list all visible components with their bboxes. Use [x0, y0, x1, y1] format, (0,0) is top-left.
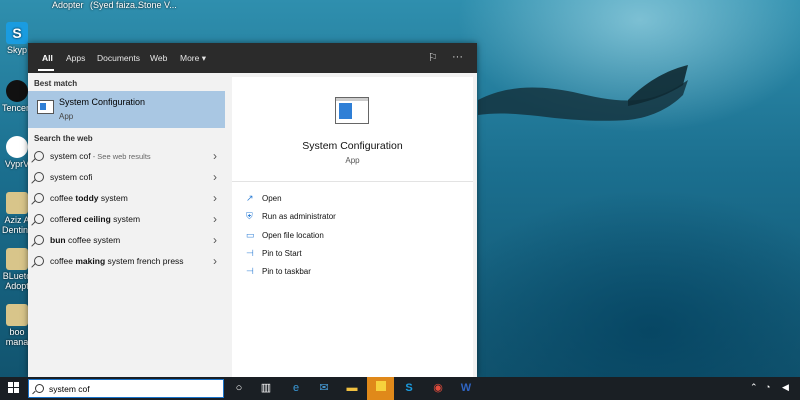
search-icon: [34, 256, 44, 266]
detail-pane: System Configuration App ↗ Open ⛨ Run as a…: [232, 77, 473, 377]
tab-web[interactable]: Web: [150, 53, 167, 63]
web-result-item[interactable]: coffee making system french press ›: [28, 252, 225, 272]
section-best-match: Best match: [34, 79, 78, 88]
vyprvpn-icon: [6, 136, 28, 158]
detail-title: System Configuration: [302, 140, 403, 152]
search-icon: [34, 172, 44, 182]
best-match-subtitle: App: [59, 112, 74, 121]
results-pane: Best match System Configuration App Sear…: [28, 73, 228, 377]
skype-icon[interactable]: S: [401, 380, 417, 396]
shield-icon: ⛨: [246, 211, 253, 221]
search-input[interactable]: [49, 382, 219, 395]
web-result-item[interactable]: system cofi ›: [28, 168, 225, 188]
task-view-icon[interactable]: ▥: [258, 380, 274, 396]
search-icon: [34, 235, 44, 245]
section-search-web: Search the web: [34, 134, 93, 143]
chevron-right-icon[interactable]: ›: [213, 254, 217, 268]
taskbar: ○ ▥ e ✉ ▬ S ◉ W ⌃ ◔ ◀: [0, 377, 800, 400]
tab-all[interactable]: All: [42, 53, 53, 63]
chevron-right-icon[interactable]: ›: [213, 170, 217, 184]
system-configuration-icon: [335, 97, 369, 124]
web-result-item[interactable]: coffee toddy system ›: [28, 189, 225, 209]
word-icon[interactable]: W: [458, 380, 474, 396]
tab-apps[interactable]: Apps: [66, 53, 85, 63]
web-result-text: coffered ceiling system: [50, 214, 141, 224]
best-match-item[interactable]: System Configuration App: [28, 91, 225, 128]
skype-icon: S: [6, 22, 28, 44]
taskbar-search-box[interactable]: [28, 379, 224, 398]
chevron-up-icon[interactable]: ⌃: [750, 382, 758, 393]
divider: [232, 181, 473, 182]
web-result-item[interactable]: coffered ceiling system ›: [28, 210, 225, 230]
pin-icon: ⊣: [246, 248, 254, 258]
tab-more-label: More: [180, 53, 200, 63]
search-filter-bar: All Apps Documents Web More ▾ ⚐ ···: [28, 43, 477, 73]
action-open[interactable]: ↗ Open: [246, 193, 282, 204]
sticky-notes-icon[interactable]: [367, 377, 394, 400]
more-options-icon[interactable]: ···: [452, 51, 463, 63]
search-icon: [34, 193, 44, 203]
active-tab-indicator: [38, 69, 54, 71]
desktop-label[interactable]: (Syed faiza...: [90, 0, 143, 10]
system-configuration-icon: [37, 100, 54, 114]
pin-icon: ⊣: [246, 266, 254, 276]
chevron-right-icon[interactable]: ›: [213, 149, 217, 163]
desktop-icon-label: VyprV: [4, 159, 30, 169]
search-icon: [34, 214, 44, 224]
desktop-label[interactable]: Stone V...: [138, 0, 177, 10]
search-icon: [35, 384, 44, 393]
windows-start-button[interactable]: [8, 382, 20, 394]
file-explorer-icon[interactable]: ▬: [344, 380, 360, 396]
chevron-right-icon[interactable]: ›: [213, 233, 217, 247]
search-icon: [34, 151, 44, 161]
desktop-label[interactable]: Adopter: [52, 0, 84, 10]
action-run-as-admin[interactable]: ⛨ Run as administrator: [246, 211, 336, 222]
tencent-icon: [6, 80, 28, 102]
edge-icon[interactable]: e: [288, 380, 304, 396]
action-pin-to-taskbar[interactable]: ⊣ Pin to taskbar: [246, 266, 311, 277]
open-icon: ↗: [246, 193, 254, 203]
chevron-down-icon: ▾: [201, 53, 207, 63]
web-result-text: coffee making system french press: [50, 256, 184, 266]
feedback-icon[interactable]: ⚐: [428, 51, 438, 64]
mail-icon[interactable]: ✉: [316, 380, 332, 396]
desktop-icon-label: Skyp: [6, 45, 27, 55]
detail-subtitle: App: [345, 156, 360, 165]
folder-icon: ▭: [246, 230, 255, 240]
action-pin-to-start[interactable]: ⊣ Pin to Start: [246, 248, 302, 259]
web-result-text: coffee toddy system: [50, 193, 128, 203]
web-result-text: bun coffee system: [50, 235, 121, 245]
tab-more[interactable]: More ▾: [180, 53, 206, 64]
action-open-file-location[interactable]: ▭ Open file location: [246, 230, 324, 241]
network-icon[interactable]: ◔: [765, 382, 770, 392]
chevron-right-icon[interactable]: ›: [213, 191, 217, 205]
best-match-title: System Configuration: [59, 97, 146, 107]
document-icon: [6, 192, 28, 214]
document-icon: [6, 248, 28, 270]
web-result-text: system cofi: [50, 172, 93, 182]
desktop-icon-label: boo mana: [5, 327, 29, 347]
web-result-item[interactable]: system cof - See web results ›: [28, 147, 225, 167]
web-result-item[interactable]: bun coffee system ›: [28, 231, 225, 251]
web-result-text: system cof - See web results: [50, 151, 151, 161]
volume-icon[interactable]: ◀: [782, 382, 789, 393]
desktop-icon-label: BLueto Adopt: [2, 271, 32, 291]
chrome-icon[interactable]: ◉: [430, 380, 446, 396]
tab-documents[interactable]: Documents: [97, 53, 140, 63]
diver-image: [478, 65, 688, 121]
chevron-right-icon[interactable]: ›: [213, 212, 217, 226]
document-icon: [6, 304, 28, 326]
start-menu-search: All Apps Documents Web More ▾ ⚐ ··· Best…: [28, 43, 477, 377]
cortana-icon[interactable]: ○: [231, 380, 247, 396]
